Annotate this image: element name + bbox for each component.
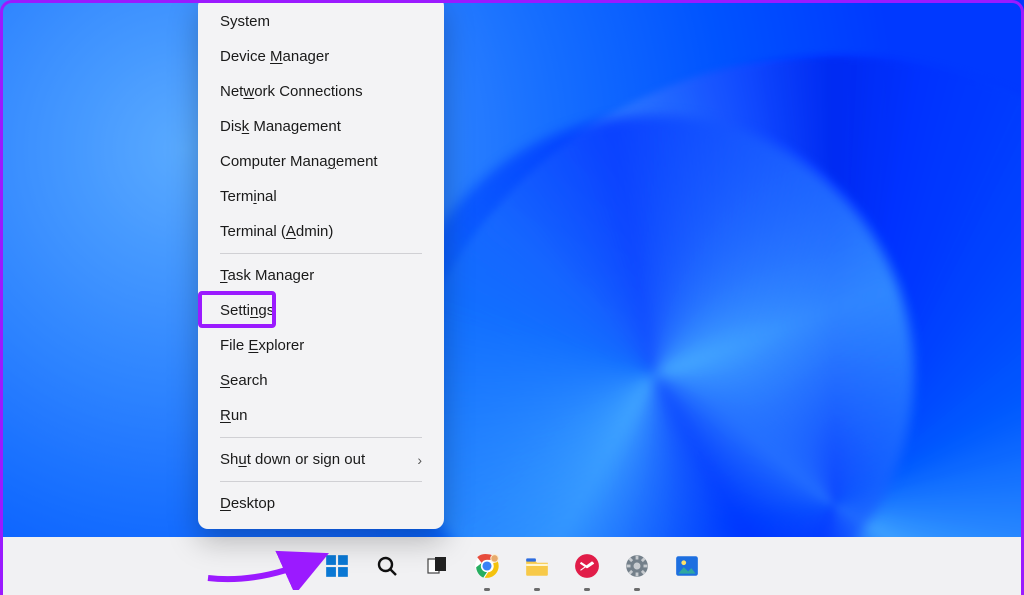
menu-item-task-manager[interactable]: Task Manager <box>202 258 440 293</box>
chrome-icon <box>474 553 500 579</box>
menu-item-label: Device Manager <box>220 48 329 65</box>
menu-item-search[interactable]: Search <box>202 363 440 398</box>
menu-item-label: Task Manager <box>220 267 314 284</box>
annotation-arrow <box>200 540 330 590</box>
file-explorer-app[interactable] <box>518 547 556 585</box>
menu-item-label: Terminal (Admin) <box>220 223 333 240</box>
menu-item-run[interactable]: Run <box>202 398 440 433</box>
menu-item-system[interactable]: System <box>202 4 440 39</box>
menu-item-terminal[interactable]: Terminal <box>202 179 440 214</box>
menu-item-label: Disk Management <box>220 118 341 135</box>
task-view-button[interactable] <box>418 547 456 585</box>
menu-item-label: System <box>220 13 270 30</box>
menu-item-network-connections[interactable]: Network Connections <box>202 74 440 109</box>
mail-app[interactable] <box>568 547 606 585</box>
taskview-icon <box>425 554 449 578</box>
menu-item-label: Search <box>220 372 268 389</box>
menu-item-file-explorer[interactable]: File Explorer <box>202 328 440 363</box>
settings-app[interactable] <box>618 547 656 585</box>
photos-app[interactable] <box>668 547 706 585</box>
menu-item-terminal-admin[interactable]: Terminal (Admin) <box>202 214 440 249</box>
menu-item-shut-down-or-sign-out[interactable]: Shut down or sign out › <box>202 442 440 477</box>
menu-item-label: Shut down or sign out <box>220 451 365 468</box>
menu-item-label: Network Connections <box>220 83 363 100</box>
menu-item-desktop[interactable]: Desktop <box>202 486 440 521</box>
search-button[interactable] <box>368 547 406 585</box>
settings-icon <box>624 553 650 579</box>
taskbar <box>0 537 1024 595</box>
menu-item-label: Computer Management <box>220 153 378 170</box>
chevron-right-icon: › <box>417 452 422 468</box>
mail-icon <box>574 553 600 579</box>
desktop-wallpaper <box>0 0 1024 595</box>
menu-item-disk-management[interactable]: Disk Management <box>202 109 440 144</box>
chrome-app[interactable] <box>468 547 506 585</box>
menu-item-computer-management[interactable]: Computer Management <box>202 144 440 179</box>
menu-item-device-manager[interactable]: Device Manager <box>202 39 440 74</box>
menu-item-label: File Explorer <box>220 337 304 354</box>
menu-item-label: Run <box>220 407 248 424</box>
menu-separator <box>220 437 422 438</box>
menu-item-label: Terminal <box>220 188 277 205</box>
menu-separator <box>220 253 422 254</box>
photos-icon <box>674 553 700 579</box>
menu-item-label: Desktop <box>220 495 275 512</box>
power-user-menu: System Device Manager Network Connections D… <box>198 0 444 529</box>
search-icon <box>375 554 399 578</box>
menu-separator <box>220 481 422 482</box>
menu-item-settings[interactable]: Settings <box>202 293 440 328</box>
explorer-icon <box>524 553 550 579</box>
menu-item-label: Settings <box>220 302 274 319</box>
